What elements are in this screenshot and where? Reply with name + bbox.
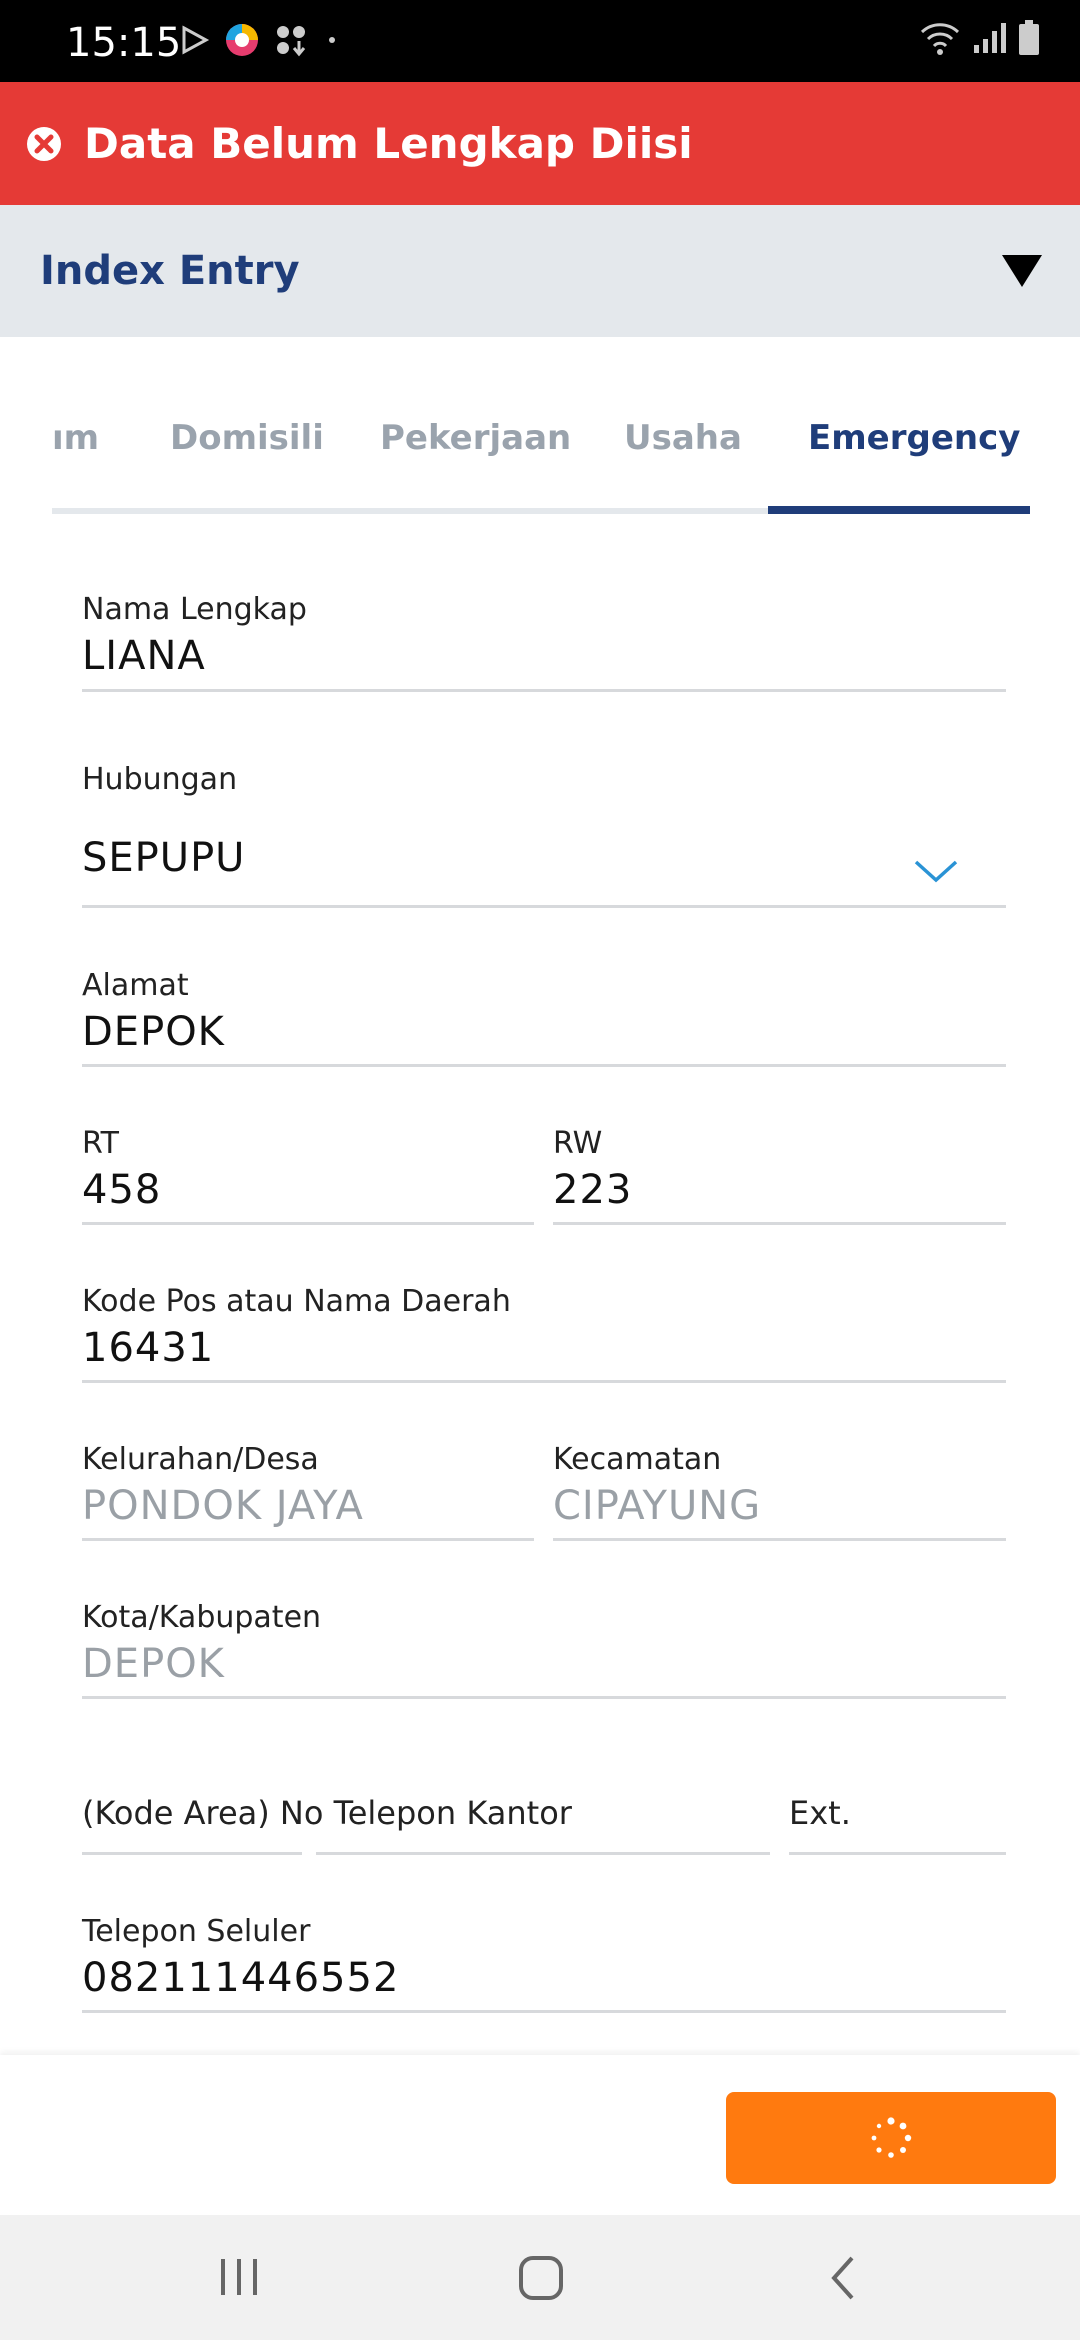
field-label: Kelurahan/Desa xyxy=(82,1442,319,1477)
kode-pos-input[interactable]: 16431 xyxy=(82,1325,1006,1371)
tab-partial[interactable]: ım xyxy=(52,418,99,458)
kelurahan-field: Kelurahan/Desa PONDOK JAYA xyxy=(82,1442,534,1529)
download-icon xyxy=(277,26,306,57)
wifi-icon xyxy=(920,23,960,55)
telepon-seluler-field[interactable]: Telepon Seluler 082111446552 xyxy=(82,1914,1006,2001)
navigation-bar xyxy=(0,2215,1080,2340)
chevron-down-icon[interactable] xyxy=(912,856,960,886)
kode-pos-field[interactable]: Kode Pos atau Nama Daerah 16431 xyxy=(82,1284,1006,1371)
recent-apps-icon[interactable] xyxy=(218,2257,260,2297)
app-icon xyxy=(226,24,258,56)
tab-bar: ım Domisili Pekerjaan Usaha Emergency xyxy=(52,400,1030,514)
play-store-icon xyxy=(182,25,210,55)
rt-input[interactable]: 458 xyxy=(82,1167,534,1213)
home-icon[interactable] xyxy=(518,2255,564,2301)
kota-value: DEPOK xyxy=(82,1641,225,1687)
status-time: 15:15 xyxy=(66,20,182,66)
field-underline xyxy=(82,905,1006,908)
field-underline xyxy=(82,1380,1006,1383)
field-label: (Kode Area) No Telepon Kantor xyxy=(82,1794,572,1832)
field-label: Ext. xyxy=(789,1794,851,1832)
kecamatan-value: CIPAYUNG xyxy=(553,1483,762,1529)
error-message: Data Belum Lengkap Diisi xyxy=(84,119,693,168)
field-label: Nama Lengkap xyxy=(82,592,307,627)
alamat-field[interactable]: Alamat DEPOK xyxy=(82,968,1006,1055)
kecamatan-field: Kecamatan CIPAYUNG xyxy=(553,1442,1006,1529)
dot-icon xyxy=(329,37,335,43)
field-label: RW xyxy=(553,1126,603,1161)
signal-icon xyxy=(974,23,1006,53)
telepon-seluler-input[interactable]: 082111446552 xyxy=(82,1955,1006,2001)
field-underline xyxy=(553,1538,1006,1541)
status-icons-left xyxy=(180,22,342,58)
field-label: Kota/Kabupaten xyxy=(82,1600,322,1635)
loading-spinner-icon xyxy=(871,2117,912,2158)
nama-lengkap-input[interactable]: LIANA xyxy=(82,633,1006,679)
field-label: Alamat xyxy=(82,968,189,1003)
field-underline xyxy=(82,689,1006,692)
back-icon[interactable] xyxy=(828,2255,858,2301)
rw-field[interactable]: RW 223 xyxy=(553,1126,1006,1213)
field-underline xyxy=(82,1538,534,1541)
field-underline xyxy=(82,1064,1006,1067)
error-banner: Data Belum Lengkap Diisi xyxy=(0,82,1080,205)
nama-lengkap-field[interactable]: Nama Lengkap LIANA xyxy=(82,592,1006,679)
field-label: Telepon Seluler xyxy=(82,1914,311,1949)
telepon-kantor-underline[interactable] xyxy=(316,1852,770,1855)
tab-domisili[interactable]: Domisili xyxy=(170,418,324,458)
status-icons-right xyxy=(920,20,1040,56)
field-underline xyxy=(82,1696,1006,1699)
field-underline xyxy=(553,1222,1006,1225)
tab-emergency[interactable]: Emergency xyxy=(808,418,1020,458)
telepon-kantor-field[interactable]: (Kode Area) No Telepon Kantor xyxy=(82,1794,782,1832)
field-label: RT xyxy=(82,1126,119,1161)
field-underline xyxy=(82,2010,1006,2013)
submit-button[interactable] xyxy=(726,2092,1056,2184)
field-label: Kode Pos atau Nama Daerah xyxy=(82,1284,511,1319)
battery-icon xyxy=(1019,20,1039,55)
kelurahan-value: PONDOK JAYA xyxy=(82,1483,364,1529)
close-circle-icon[interactable] xyxy=(26,126,62,162)
ext-field[interactable]: Ext. xyxy=(789,1794,1006,1832)
section-title: Index Entry xyxy=(40,248,300,294)
rw-input[interactable]: 223 xyxy=(553,1167,1006,1213)
tab-active-indicator xyxy=(768,506,1030,514)
tab-usaha[interactable]: Usaha xyxy=(624,418,742,458)
tab-pekerjaan[interactable]: Pekerjaan xyxy=(380,418,571,458)
rt-field[interactable]: RT 458 xyxy=(82,1126,534,1213)
field-label: Kecamatan xyxy=(553,1442,722,1477)
field-underline xyxy=(82,1222,534,1225)
alamat-input[interactable]: DEPOK xyxy=(82,1009,1006,1055)
kota-field: Kota/Kabupaten DEPOK xyxy=(82,1600,1006,1687)
hubungan-field[interactable]: Hubungan SEPUPU xyxy=(82,762,1006,881)
field-label: Hubungan xyxy=(82,762,238,797)
index-entry-header[interactable]: Index Entry xyxy=(0,205,1080,337)
status-bar: 15:15 xyxy=(0,0,1080,82)
kode-area-underline[interactable] xyxy=(82,1852,302,1855)
hubungan-select[interactable]: SEPUPU xyxy=(82,835,1006,881)
ext-underline[interactable] xyxy=(789,1852,1006,1855)
caret-down-icon[interactable] xyxy=(1002,255,1042,287)
